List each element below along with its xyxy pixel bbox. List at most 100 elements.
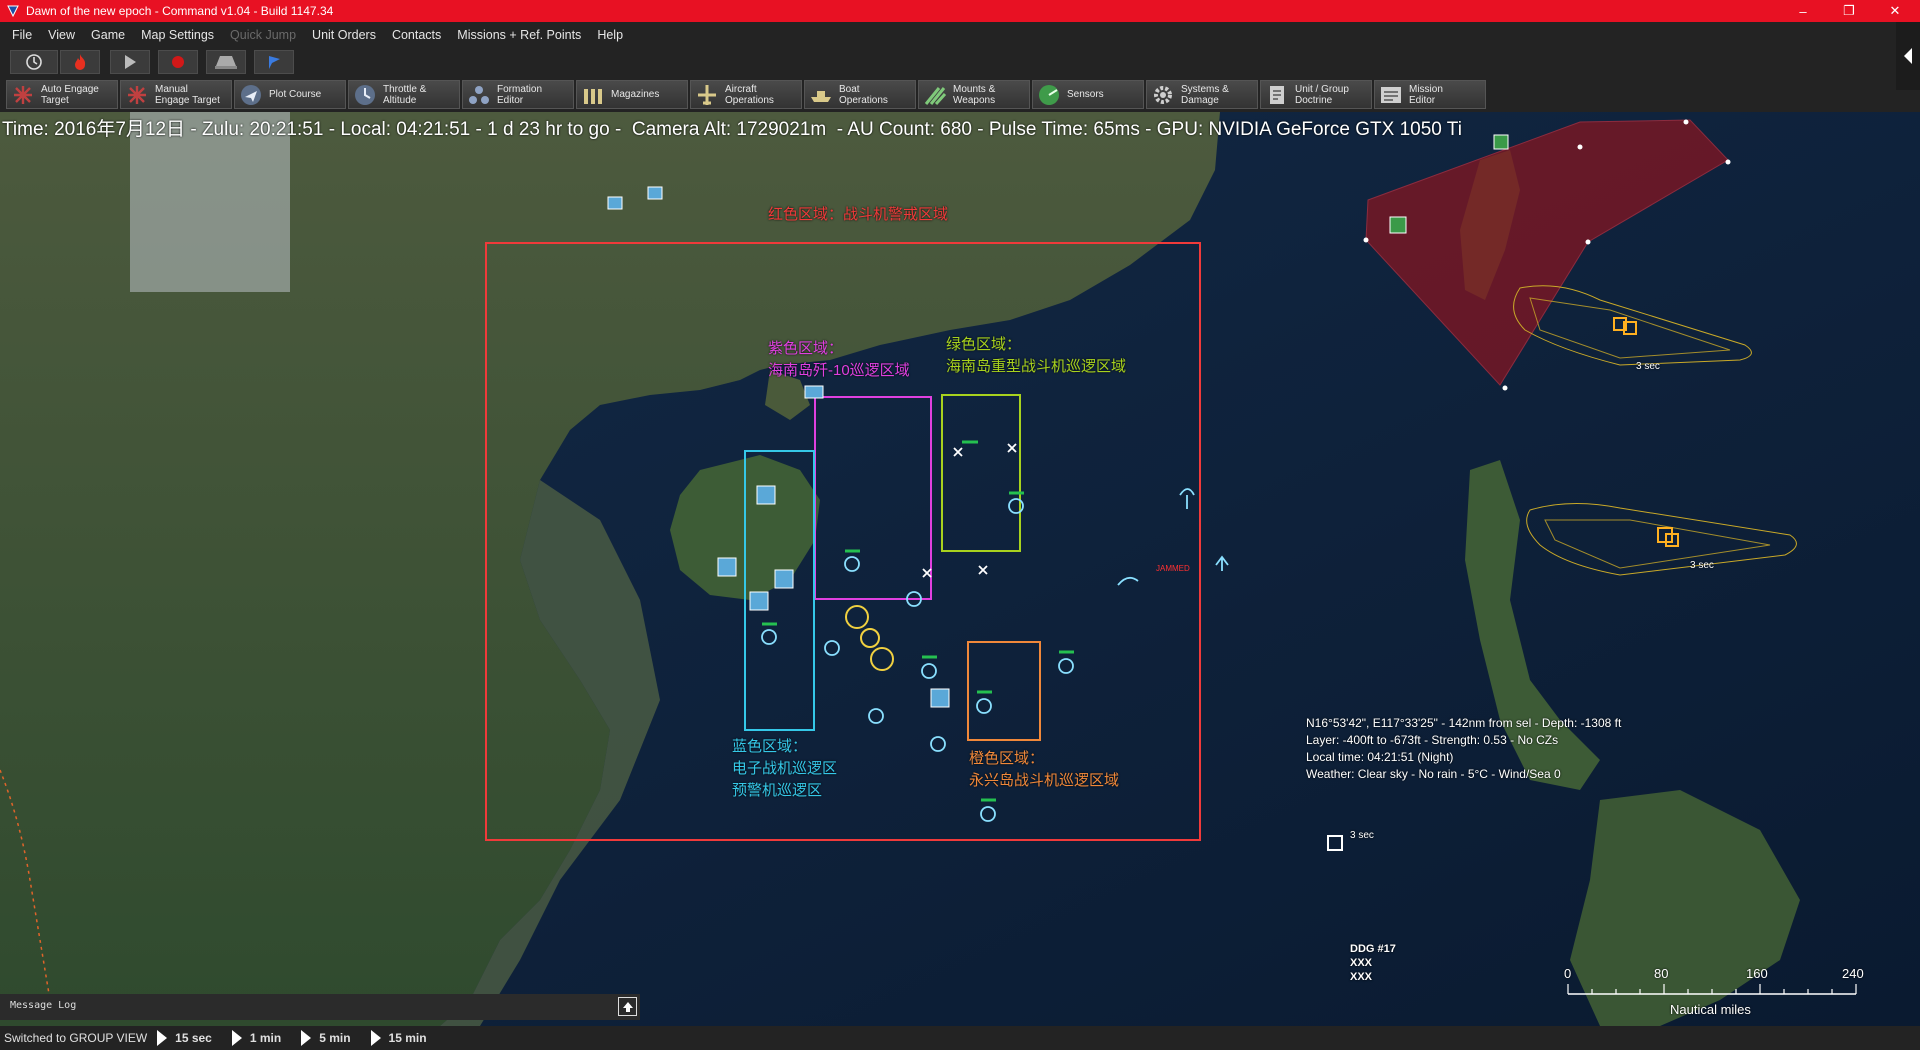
throttle-label-2: Altitude [383,94,417,106]
unit-time-label-3: 3 sec [1690,560,1714,571]
systems-damage-button[interactable]: Systems & Damage [1146,80,1258,109]
doctrine-button[interactable]: Unit / Group Doctrine [1260,80,1372,109]
menu-file[interactable]: File [4,28,40,42]
zone-orange-label-2: 永兴岛战斗机巡逻区域 [969,772,1120,789]
speed-1min-button[interactable]: 1 min [231,1030,282,1046]
play-icon [370,1030,381,1046]
status-gpu: GPU: NVIDIA GeForce GTX 1050 Ti [1156,119,1462,140]
manual-engage-label-2: Engage Target [155,94,220,106]
message-log-label: Message Log [10,1000,77,1011]
speed-15sec-label: 15 sec [175,1031,212,1045]
weapons-label-2: Weapons [953,94,996,106]
throttle-icon [355,84,375,105]
fire-button[interactable] [60,50,100,74]
flag-icon [269,56,280,69]
cursor-info-layer: Layer: -400ft to -673ft - Strength: 0.53… [1306,733,1559,747]
zone-blue-label-2: 电子战机巡逻区 [732,760,838,777]
menu-help[interactable]: Help [589,28,631,42]
minimize-button[interactable]: – [1780,0,1826,22]
scale-tick-240: 240 [1842,966,1864,981]
message-log-expand-button[interactable] [618,997,637,1016]
menu-view[interactable]: View [40,28,83,42]
cursor-info-position: N16°53'42", E117°33'25" - 142nm from sel… [1306,716,1622,730]
auto-engage-label-2: Target [41,94,69,106]
aircraft-operations-button[interactable]: Aircraft Operations [690,80,802,109]
boat-label-2: Operations [839,94,888,106]
mission-editor-label-1: Mission [1409,83,1443,95]
toolbar-primary [0,48,1920,78]
close-button[interactable]: ✕ [1872,0,1918,22]
sidebar-toggle-button[interactable] [1896,22,1920,90]
magazines-button[interactable]: Magazines [576,80,688,109]
cursor-info-weather: Weather: Clear sky - No rain - 5°C - Win… [1306,767,1561,781]
app-icon [7,5,19,18]
sensors-label-1: Sensors [1067,89,1104,100]
clock-icon [26,54,42,70]
flag-button[interactable] [254,50,294,74]
zone-orange-label-1: 橙色区域： [969,750,1045,767]
ddg-xxx-1: XXX [1350,957,1373,969]
auto-engage-label-1: Auto Engage [41,83,99,95]
record-icon [172,56,184,68]
ddg-label-group[interactable]: DDG #17 XXX XXX [1350,942,1396,984]
status-remaining: 1 d 23 hr to go [487,119,610,140]
doctrine-label-2: Doctrine [1295,94,1333,106]
play-icon [301,1030,312,1046]
menu-game[interactable]: Game [83,28,133,42]
tank-icon [215,56,237,69]
scale-tick-80: 80 [1654,966,1669,981]
speed-1min-label: 1 min [249,1031,282,1045]
menu-quick-jump[interactable]: Quick Jump [222,28,304,42]
mission-editor-button[interactable]: Mission Editor [1374,80,1486,109]
throttle-altitude-button[interactable]: Throttle & Altitude [348,80,460,109]
clock-button[interactable] [10,50,58,74]
menu-missions[interactable]: Missions + Ref. Points [449,28,589,42]
sensors-icon [1039,84,1059,105]
zone-green-label-1: 绿色区域： [946,336,1022,353]
doctrine-label-1: Unit / Group [1295,83,1349,95]
status-zulu: Zulu: 20:21:51 [201,119,324,140]
message-log-panel[interactable]: Message Log [0,994,640,1020]
record-button[interactable] [158,50,198,74]
chevron-left-icon [1904,48,1912,64]
map-view[interactable]: 红色区域：战斗机警戒区域 紫色区域： 海南岛歼-10巡逻区域 绿色区域： 海南岛… [0,112,1920,1026]
toolbar-commands: Auto Engage Target Manual Engage Target Pl… [0,78,1920,112]
unit-time-label-1: 3 sec [1350,830,1374,841]
cursor-info-panel: N16°53'42", E117°33'25" - 142nm from sel… [1306,715,1621,783]
formation-label-1: Formation [497,83,543,95]
status-au-count: AU Count: 680 [847,119,972,140]
mounts-weapons-button[interactable]: Mounts & Weapons [918,80,1030,109]
speed-15min-label: 15 min [388,1031,427,1045]
systems-label-2: Damage [1181,94,1219,106]
weapons-icon [924,86,947,105]
scale-bar: 0 80 160 240 Nautical miles [1558,962,1864,1022]
cursor-info-localtime: Local time: 04:21:51 (Night) [1306,750,1454,764]
status-pulse: Pulse Time: 65ms [988,119,1140,140]
ddg-label: DDG #17 [1350,943,1396,955]
menu-map-settings[interactable]: Map Settings [133,28,222,42]
formation-label-2: Editor [497,94,524,106]
play-icon [125,55,136,69]
boat-operations-button[interactable]: Boat Operations [804,80,916,109]
play-button[interactable] [110,50,150,74]
boat-icon [811,90,831,102]
aircraft-label-2: Operations [725,94,774,106]
menu-unit-orders[interactable]: Unit Orders [304,28,384,42]
map-canvas[interactable] [0,112,1920,1026]
plot-course-button[interactable]: Plot Course [234,80,346,109]
unit-time-label-2: 3 sec [1636,361,1660,372]
throttle-label-1: Throttle & [383,83,427,95]
status-local: Local: 04:21:51 [340,119,471,140]
auto-engage-button[interactable]: Auto Engage Target [6,80,118,109]
manual-engage-button[interactable]: Manual Engage Target [120,80,232,109]
zone-green-label-2: 海南岛重型战斗机巡逻区域 [946,358,1127,375]
scale-ruler [1567,984,1857,995]
formation-editor-button[interactable]: Formation Editor [462,80,574,109]
menu-contacts[interactable]: Contacts [384,28,449,42]
speed-5min-button[interactable]: 5 min [301,1030,351,1046]
tank-button[interactable] [206,50,246,74]
maximize-button[interactable]: ❐ [1826,0,1872,22]
speed-15sec-button[interactable]: 15 sec [157,1030,212,1046]
sensors-button[interactable]: Sensors [1032,80,1144,109]
speed-15min-button[interactable]: 15 min [370,1030,427,1046]
